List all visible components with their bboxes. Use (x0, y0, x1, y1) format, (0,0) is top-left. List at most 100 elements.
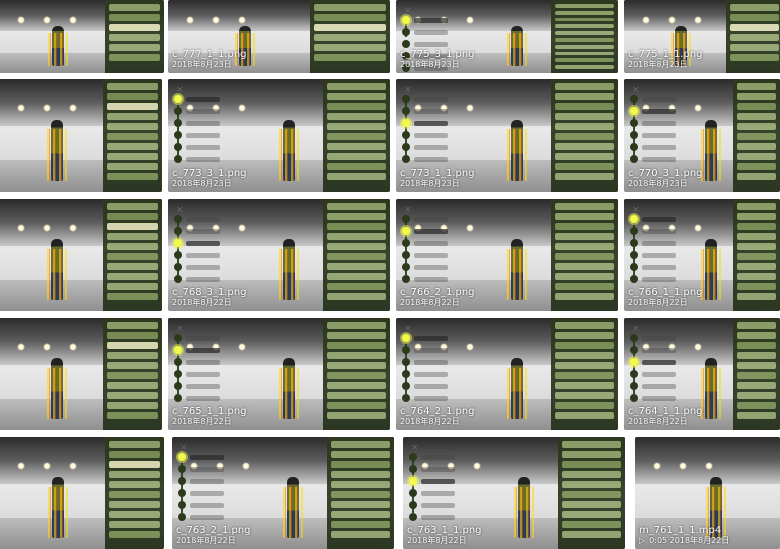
step-dot[interactable] (409, 513, 417, 521)
step-dot[interactable] (402, 119, 410, 127)
step-dot[interactable] (630, 107, 638, 115)
step-dot[interactable] (178, 477, 186, 485)
step-dot[interactable] (630, 346, 638, 354)
thumbnail[interactable]: × c_773_1_1.png 2018年8月23日 (396, 79, 618, 192)
step-dot[interactable] (630, 143, 638, 151)
step-dot[interactable] (630, 394, 638, 402)
thumbnail[interactable] (0, 437, 164, 549)
step-label (642, 157, 676, 162)
step-dot[interactable] (630, 119, 638, 127)
thumbnail[interactable] (0, 318, 162, 430)
step-dot[interactable] (174, 143, 182, 151)
thumbnail[interactable]: c_775_1_1.png 2018年8月23日 (624, 0, 780, 73)
step-dot[interactable] (178, 453, 186, 461)
panel-chip (327, 83, 386, 90)
thumbnail[interactable]: c_777_1_1.png 2018年8月23日 (168, 0, 390, 73)
thumbnail[interactable]: × c_764_1_1.png 2018年8月22日 (624, 318, 780, 430)
step-dot[interactable] (630, 382, 638, 390)
step-dot[interactable] (630, 215, 638, 223)
step-dot[interactable] (174, 334, 182, 342)
step-dot[interactable] (402, 275, 410, 283)
step-dot[interactable] (174, 107, 182, 115)
panel-chip (562, 461, 621, 468)
thumbnail[interactable]: × c_773_3_1.png 2018年8月23日 (168, 79, 390, 192)
file-name: c_777_1_1.png (172, 49, 247, 60)
step-dot[interactable] (630, 275, 638, 283)
panel-chip (737, 402, 776, 409)
step-dot[interactable] (402, 358, 410, 366)
date-text: 2018年8月23日 (400, 179, 460, 188)
step-dot[interactable] (630, 155, 638, 163)
step-dot[interactable] (174, 215, 182, 223)
step-dot[interactable] (402, 394, 410, 402)
step-dot[interactable] (178, 489, 186, 497)
step-dot[interactable] (174, 358, 182, 366)
step-dot[interactable] (402, 227, 410, 235)
panel-chip (729, 54, 779, 61)
step-dot[interactable] (409, 489, 417, 497)
step-dot[interactable] (174, 239, 182, 247)
step-dot[interactable] (174, 251, 182, 259)
step-dot[interactable] (402, 107, 410, 115)
step-dot[interactable] (630, 263, 638, 271)
step-dot[interactable] (174, 119, 182, 127)
file-name: c_775_1_1.png (628, 49, 703, 60)
step-dot[interactable] (402, 251, 410, 259)
annotation-panel (551, 199, 618, 311)
step-dot[interactable] (630, 95, 638, 103)
step-dot[interactable] (402, 155, 410, 163)
step-dot[interactable] (630, 227, 638, 235)
thumbnail[interactable]: × c_770_3_1.png 2018年8月23日 (624, 79, 780, 192)
step-dot[interactable] (402, 382, 410, 390)
step-dot[interactable] (174, 346, 182, 354)
step-dot[interactable] (630, 239, 638, 247)
step-dot[interactable] (630, 358, 638, 366)
step-dot[interactable] (174, 131, 182, 139)
thumbnail[interactable] (0, 199, 162, 311)
step-dot[interactable] (402, 131, 410, 139)
step-dot[interactable] (402, 40, 410, 48)
step-dot[interactable] (402, 215, 410, 223)
thumbnail[interactable]: × c_766_2_1.png 2018年8月22日 (396, 199, 618, 311)
step-dot[interactable] (402, 334, 410, 342)
step-dot[interactable] (402, 143, 410, 151)
step-dot[interactable] (402, 95, 410, 103)
thumbnail[interactable]: × c_763_1_1.png 2018年8月22日 (403, 437, 625, 549)
step-dot[interactable] (630, 251, 638, 259)
step-dot[interactable] (402, 16, 410, 24)
step-dot[interactable] (402, 370, 410, 378)
step-dot[interactable] (402, 263, 410, 271)
step-dot[interactable] (174, 394, 182, 402)
thumbnail[interactable]: × c_766_1_1.png 2018年8月22日 (624, 199, 780, 311)
thumbnail[interactable]: × c_763_2_1.png 2018年8月22日 (172, 437, 394, 549)
step-dot[interactable] (174, 263, 182, 271)
step-dot[interactable] (174, 95, 182, 103)
step-dot[interactable] (402, 239, 410, 247)
step-dot[interactable] (409, 501, 417, 509)
step-dot[interactable] (174, 382, 182, 390)
step-dot[interactable] (630, 370, 638, 378)
step-dot[interactable] (402, 28, 410, 36)
step-dot[interactable] (630, 131, 638, 139)
step-dot[interactable] (178, 501, 186, 509)
thumbnail[interactable]: × c_764_2_1.png 2018年8月22日 (396, 318, 618, 430)
step-dot[interactable] (630, 334, 638, 342)
thumbnail[interactable] (0, 79, 162, 192)
thumbnail[interactable]: × c_775_3_1.png 2018年8月23日 (396, 0, 618, 73)
thumbnail[interactable]: m_761_1_1.mp4 ▷ 0:05 2018年8月22日 (635, 437, 780, 549)
step-dot[interactable] (174, 370, 182, 378)
step-dot[interactable] (409, 477, 417, 485)
thumbnail[interactable]: × c_765_1_1.png 2018年8月22日 (168, 318, 390, 430)
thumbnail[interactable]: × c_768_3_1.png 2018年8月22日 (168, 199, 390, 311)
step-dot[interactable] (174, 155, 182, 163)
step-dot[interactable] (174, 275, 182, 283)
thumbnail[interactable] (0, 0, 164, 73)
step-dot[interactable] (174, 227, 182, 235)
step-dot[interactable] (402, 346, 410, 354)
play-icon[interactable]: ▷ (639, 536, 645, 546)
step-dot[interactable] (178, 513, 186, 521)
step-dot[interactable] (409, 465, 417, 473)
step-dot[interactable] (409, 453, 417, 461)
step-label (190, 515, 224, 520)
step-dot[interactable] (178, 465, 186, 473)
